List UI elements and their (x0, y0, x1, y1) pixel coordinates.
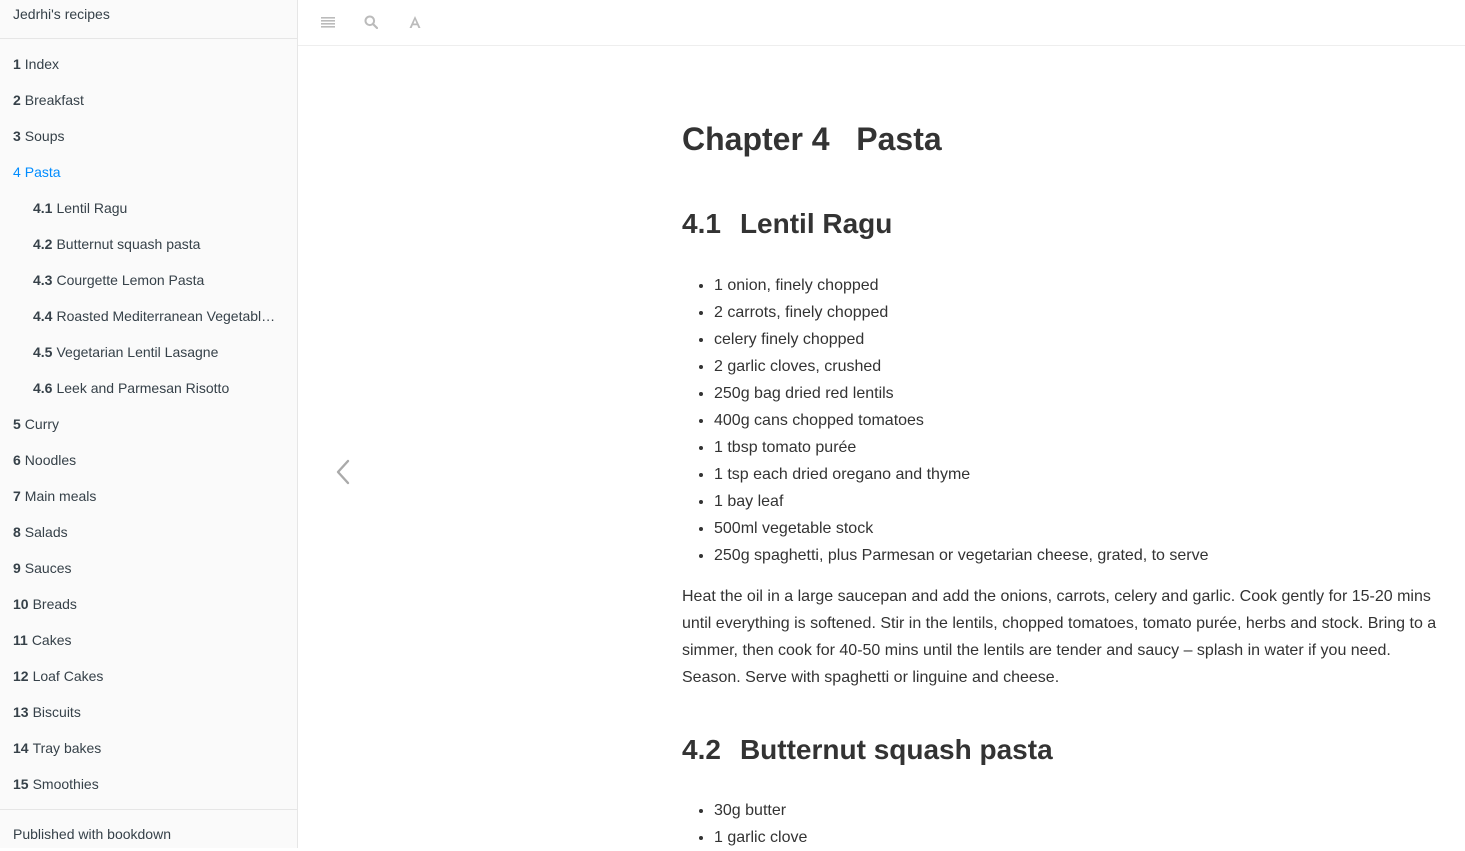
toc-item-butternut-squash-pasta[interactable]: 4.2 Butternut squash pasta (0, 226, 297, 262)
toc-item-number: 14 (13, 740, 29, 756)
sidebar: Jedrhi's recipes 1 Index 2 Breakfast 3 Soup… (0, 0, 298, 848)
previous-page-arrow-icon[interactable] (330, 455, 356, 489)
toc-item-tray-bakes[interactable]: 14 Tray bakes (0, 730, 297, 766)
toc-item-label: Curry (24, 416, 60, 432)
toc-item-main-meals[interactable]: 7 Main meals (0, 478, 297, 514)
toc-item-label: Butternut squash pasta (56, 236, 201, 252)
toc-item-breads[interactable]: 10 Breads (0, 586, 297, 622)
toc-item-label: Noodles (24, 452, 77, 468)
toc-list: 1 Index 2 Breakfast 3 Soups 4 Pasta 4.1 Lenti… (0, 39, 297, 802)
ingredient-item: 1 onion, finely chopped (714, 272, 1209, 299)
toc-item-label: Biscuits (32, 704, 81, 720)
toc-item-label: Roasted Mediterranean Vegetable Pasta (56, 308, 297, 324)
ingredient-item: 400g cans chopped tomatoes (714, 407, 1209, 434)
toc-item-number: 15 (13, 776, 29, 792)
toc-item-leek-parmesan-risotto[interactable]: 4.6 Leek and Parmesan Risotto (0, 370, 297, 406)
toc-item-label: Breakfast (24, 92, 84, 108)
toc-item-number: 2 (13, 92, 21, 108)
toc-item-cakes[interactable]: 11 Cakes (0, 622, 297, 658)
toc-item-smoothies[interactable]: 15 Smoothies (0, 766, 297, 802)
ingredient-item: 2 carrots, finely chopped (714, 299, 1209, 326)
toc-item-vegetarian-lentil-lasagne[interactable]: 4.5 Vegetarian Lentil Lasagne (0, 334, 297, 370)
published-with-bookdown-link[interactable]: Published with bookdown (0, 810, 297, 842)
toc-item-label: Index (24, 56, 60, 72)
chapter-title: Chapter 4 Pasta (682, 120, 942, 158)
toc-item-label: Smoothies (32, 776, 99, 792)
toc-item-number: 3 (13, 128, 21, 144)
ingredient-item: 1 garlic clove (714, 824, 807, 851)
toc-item-pasta[interactable]: 4 Pasta (0, 154, 297, 190)
toc-item-label: Soups (24, 128, 65, 144)
toc-item-number: 6 (13, 452, 21, 468)
font-settings-icon[interactable] (405, 12, 425, 32)
toc-item-lentil-ragu[interactable]: 4.1 Lentil Ragu (0, 190, 297, 226)
toc-item-breakfast[interactable]: 2 Breakfast (0, 82, 297, 118)
toc-item-label: Leek and Parmesan Risotto (56, 380, 230, 396)
toc-item-label: Tray bakes (32, 740, 102, 756)
ingredient-list-lentil-ragu: 1 onion, finely chopped 2 carrots, finel… (682, 272, 1209, 569)
toc-item-number: 4.1 (33, 200, 53, 216)
toc-item-number: 4.6 (33, 380, 53, 396)
section-title: Lentil Ragu (739, 208, 893, 239)
toc-item-label: Main meals (24, 488, 97, 504)
toc-item-number: 10 (13, 596, 29, 612)
toc-item-number: 12 (13, 668, 29, 684)
ingredient-item: 1 tsp each dried oregano and thyme (714, 461, 1209, 488)
search-icon[interactable] (361, 12, 381, 32)
toc-item-number: 4.4 (33, 308, 53, 324)
toc-item-number: 4.3 (33, 272, 53, 288)
site-title[interactable]: Jedrhi's recipes (0, 0, 297, 39)
toc-item-roasted-mediterranean-vegetable-pasta[interactable]: 4.4 Roasted Mediterranean Vegetable Pasta (0, 298, 297, 334)
toc-item-label: Cakes (31, 632, 72, 648)
ingredient-list-butternut-squash-pasta: 30g butter 1 garlic clove (682, 797, 807, 851)
toc-item-number: 4.5 (33, 344, 53, 360)
ingredient-item: 1 tbsp tomato purée (714, 434, 1209, 461)
toc-item-label: Sauces (24, 560, 72, 576)
ingredient-item: 30g butter (714, 797, 807, 824)
toc-item-soups[interactable]: 3 Soups (0, 118, 297, 154)
toc-item-number: 1 (13, 56, 21, 72)
section-title: Butternut squash pasta (739, 734, 1053, 765)
ingredient-item: 250g bag dried red lentils (714, 380, 1209, 407)
toc-item-number: 13 (13, 704, 29, 720)
toc-item-sauces[interactable]: 9 Sauces (0, 550, 297, 586)
ingredient-item: 1 bay leaf (714, 488, 1209, 515)
toc-item-number: 5 (13, 416, 21, 432)
section-number: 4.2 (682, 734, 721, 765)
ingredient-item: 2 garlic cloves, crushed (714, 353, 1209, 380)
method-paragraph-lentil-ragu: Heat the oil in a large saucepan and add… (682, 588, 1437, 686)
top-toolbar (298, 0, 1465, 46)
toc-item-number: 4 (13, 164, 21, 180)
toc-item-loaf-cakes[interactable]: 12 Loaf Cakes (0, 658, 297, 694)
chapter-title-text: Chapter 4 Pasta (682, 121, 942, 157)
toc-item-number: 8 (13, 524, 21, 540)
toc-item-salads[interactable]: 8 Salads (0, 514, 297, 550)
toc-item-label: Vegetarian Lentil Lasagne (56, 344, 219, 360)
toc-item-label: Lentil Ragu (56, 200, 128, 216)
toc-item-label: Courgette Lemon Pasta (56, 272, 205, 288)
section-number: 4.1 (682, 208, 721, 239)
ingredient-item: celery finely chopped (714, 326, 1209, 353)
section-heading-lentil-ragu: 4.1 Lentil Ragu (682, 207, 892, 241)
toc-item-number: 7 (13, 488, 21, 504)
toc-item-index[interactable]: 1 Index (0, 46, 297, 82)
toc-toggle-icon[interactable] (318, 12, 338, 32)
ingredient-item: 500ml vegetable stock (714, 515, 1209, 542)
toc-item-biscuits[interactable]: 13 Biscuits (0, 694, 297, 730)
toc-item-label: Breads (32, 596, 77, 612)
ingredient-item: 250g spaghetti, plus Parmesan or vegetar… (714, 542, 1209, 569)
section-heading-butternut-squash-pasta: 4.2 Butternut squash pasta (682, 733, 1053, 767)
toc-item-courgette-lemon-pasta[interactable]: 4.3 Courgette Lemon Pasta (0, 262, 297, 298)
toc-item-label: Salads (24, 524, 68, 540)
toc-item-number: 4.2 (33, 236, 53, 252)
toc-item-curry[interactable]: 5 Curry (0, 406, 297, 442)
toc-item-number: 11 (13, 632, 28, 648)
toc-item-label: Loaf Cakes (32, 668, 104, 684)
toc-item-number: 9 (13, 560, 21, 576)
toc-item-noodles[interactable]: 6 Noodles (0, 442, 297, 478)
toc-item-label: Pasta (24, 164, 61, 180)
